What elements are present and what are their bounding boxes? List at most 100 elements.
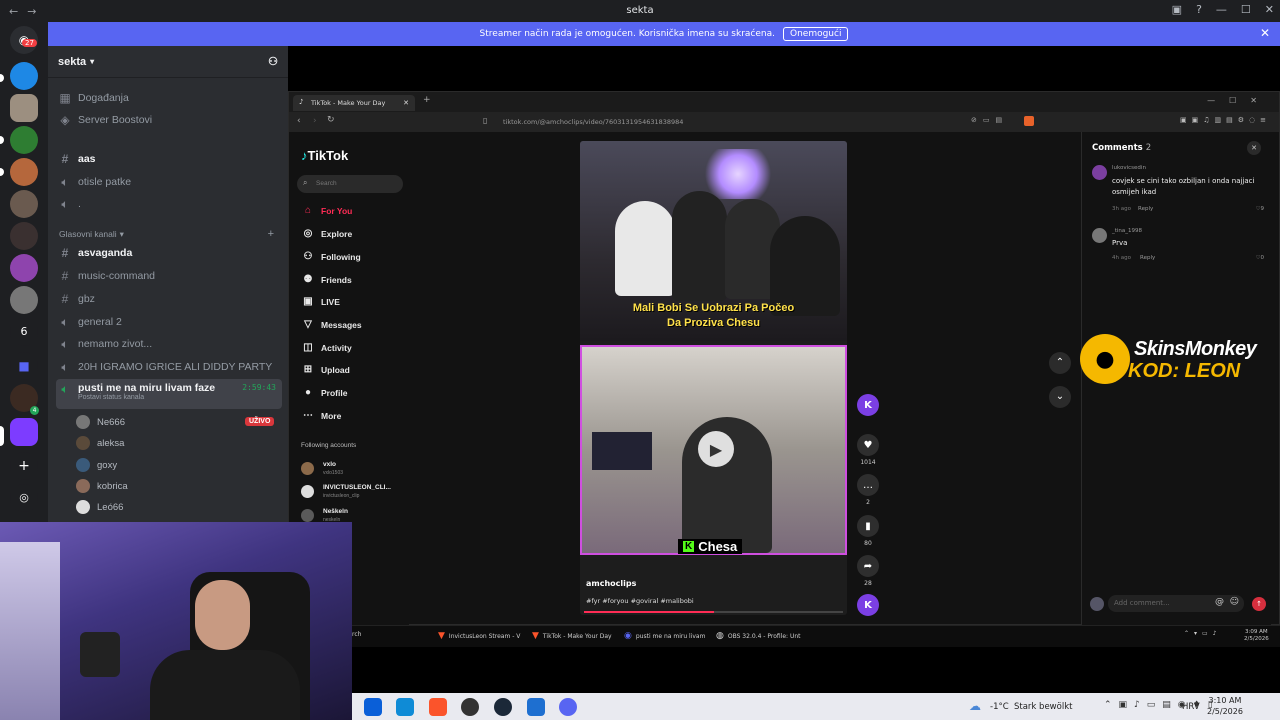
brave-shield-icon[interactable] <box>1024 116 1034 126</box>
taskbar-app[interactable]: ◉ pusti me na miru livam <box>624 631 705 641</box>
taskbar-search-text[interactable]: rch <box>352 631 361 638</box>
emoji-icon[interactable]: ☺ <box>1230 597 1239 607</box>
close-tab-icon[interactable]: ✕ <box>403 99 409 107</box>
server-number-icon[interactable]: 6 <box>10 318 38 346</box>
comment-input[interactable]: Add comment... @ ☺ <box>1108 595 1244 612</box>
disable-streamer-button[interactable]: Onemogući <box>783 27 849 41</box>
nav-explore[interactable]: ◎ Explore <box>301 228 353 239</box>
channel-active-voice[interactable]: 🔈︎ pusti me na miru livam faze Postavi s… <box>56 379 282 409</box>
server-icon[interactable] <box>10 62 38 90</box>
nav-more[interactable]: ⋯ More <box>301 410 341 421</box>
minimize-button[interactable]: — <box>1216 3 1227 16</box>
sound-avatar[interactable]: K <box>855 594 881 619</box>
invite-icon[interactable]: ⚇ <box>268 55 278 68</box>
search-input[interactable]: ⌕ Search <box>297 175 403 193</box>
previous-video-button[interactable]: ⌃ <box>1049 352 1071 374</box>
toolbar-icons[interactable]: ▣▣♫▥▤⚙◌≡ <box>1180 116 1271 124</box>
server-icon[interactable] <box>10 94 38 122</box>
play-icon[interactable]: ▶ <box>698 431 734 467</box>
mention-icon[interactable]: @ <box>1215 597 1224 607</box>
voice-member[interactable]: aleksa <box>76 434 124 452</box>
channel-20h-igramo[interactable]: 🔈︎ 20H IGRAMO IGRICE ALI DIDDY PARTY <box>56 357 282 377</box>
server-icon[interactable] <box>10 190 38 218</box>
server-icon[interactable] <box>10 254 38 282</box>
reply-button[interactable]: Reply <box>1138 206 1153 212</box>
nav-messages[interactable]: ▽ Messages <box>301 319 362 330</box>
inbox-icon[interactable]: ▣ <box>1172 3 1182 16</box>
share-button[interactable]: ➦ 28 <box>855 555 881 587</box>
following-account[interactable]: vxlo vxlo1503 <box>301 460 406 478</box>
forward-icon[interactable]: › <box>313 116 317 126</box>
tray-icons[interactable]: ⌃▣♪▭▤◉♦▯ <box>1104 700 1220 710</box>
steam-icon[interactable] <box>494 698 512 716</box>
like-button[interactable]: ♥ 1014 <box>855 434 881 466</box>
nav-upload[interactable]: ⊞ Upload <box>301 364 350 375</box>
server-icon[interactable] <box>10 222 38 250</box>
obs-icon[interactable] <box>461 698 479 716</box>
server-icon[interactable] <box>10 286 38 314</box>
nav-activity[interactable]: ◫ Activity <box>301 342 351 353</box>
comment-user[interactable]: _tina_1998 <box>1112 228 1142 234</box>
outlook-icon[interactable] <box>396 698 414 716</box>
new-tab-button[interactable]: + <box>423 95 431 105</box>
boosts-item[interactable]: ◈ Server Boostovi <box>56 110 282 130</box>
avatar[interactable] <box>1092 165 1107 180</box>
add-server-icon[interactable]: + <box>10 452 38 480</box>
video-progress-track[interactable] <box>584 611 843 613</box>
weather-icon[interactable]: ☁ <box>969 699 981 713</box>
server-icon[interactable] <box>10 418 38 446</box>
comment-likes[interactable]: ♡0 <box>1256 255 1264 261</box>
close-window-button[interactable]: ✕ <box>1265 3 1274 16</box>
channel-status[interactable]: Postavi status kanala <box>78 394 215 401</box>
close-icon[interactable]: ✕ <box>1260 26 1270 40</box>
tray-icons[interactable]: ⌃▾▭♪ <box>1184 630 1222 637</box>
comment-button[interactable]: … 2 <box>855 474 881 506</box>
channel-nemamo-zivot[interactable]: 🔈︎ nemamo zivot... <box>56 334 282 354</box>
following-account[interactable]: INVICTUSLEON_CLI... invictusleon_clip <box>301 483 406 501</box>
channel-asvaganda[interactable]: # asvaganda <box>56 243 282 263</box>
nav-for-you[interactable]: ⌂ For You <box>301 205 352 216</box>
taskbar-clock[interactable]: 3:10 AM 2/5/2026 <box>1207 695 1243 717</box>
comment-likes[interactable]: ♡9 <box>1256 206 1264 212</box>
channel-dot[interactable]: 🔈︎. <box>56 194 282 214</box>
nav-profile[interactable]: ● Profile <box>301 387 347 398</box>
start-icon[interactable] <box>364 698 382 716</box>
voice-member[interactable]: kobrica <box>76 477 128 495</box>
next-video-button[interactable]: ⌄ <box>1049 386 1071 408</box>
channel-general-2[interactable]: 🔈︎ general 2 <box>56 312 282 332</box>
server-icon[interactable] <box>10 158 38 186</box>
brave-icon[interactable] <box>429 698 447 716</box>
avatar[interactable] <box>1092 228 1107 243</box>
discover-icon[interactable]: ◎ <box>10 484 38 512</box>
weather-temp[interactable]: -1°C <box>990 702 1009 712</box>
video-player[interactable]: Mali Bobi Se Uobrazi Pa Počeo Da Proziva… <box>580 141 847 615</box>
voice-member[interactable]: Ne666 <box>76 413 125 431</box>
bookmark-icon[interactable]: ▯ <box>483 116 487 125</box>
creator-avatar[interactable]: K <box>855 394 881 419</box>
voice-member[interactable]: Leó66 <box>76 498 123 516</box>
channel-aas[interactable]: # aas <box>56 149 282 169</box>
reload-icon[interactable]: ↻ <box>327 115 335 125</box>
url-input[interactable]: tiktok.com/@amchoclips/video/76031319546… <box>489 116 955 129</box>
language-indicator[interactable]: HRV <box>1182 702 1200 712</box>
extension-icons[interactable]: ⊘▭▤ <box>971 116 1008 124</box>
save-button[interactable]: ▮ 80 <box>855 515 881 547</box>
maximize-button[interactable]: ☐ <box>1241 3 1251 16</box>
nav-following[interactable]: ⚇ Following <box>301 251 361 262</box>
events-item[interactable]: ▦ Događanja <box>56 88 282 108</box>
send-icon[interactable]: ↑ <box>1252 597 1266 611</box>
channel-gbz[interactable]: # gbz <box>56 289 282 309</box>
comment-user[interactable]: lukovicsedin <box>1112 165 1146 171</box>
tiktok-logo[interactable]: ♪TikTok <box>301 148 348 163</box>
folder-icon[interactable]: ■ <box>10 352 38 380</box>
browser-tab[interactable]: ♪ TikTok - Make Your Day ✕ <box>293 95 415 111</box>
voice-member[interactable]: goxy <box>76 456 117 474</box>
nav-live[interactable]: ▣ LIVE <box>301 296 340 307</box>
server-icon[interactable] <box>10 126 38 154</box>
server-header[interactable]: sekta ▾ ⚇ <box>48 46 288 78</box>
video-author[interactable]: amchoclips <box>586 579 636 588</box>
taskbar-app[interactable]: ◍ OBS 32.0.4 - Profile: Unt <box>716 631 801 641</box>
back-icon[interactable]: ‹ <box>297 116 301 126</box>
nav-friends[interactable]: ⚉ Friends <box>301 274 352 285</box>
app-icon[interactable] <box>527 698 545 716</box>
